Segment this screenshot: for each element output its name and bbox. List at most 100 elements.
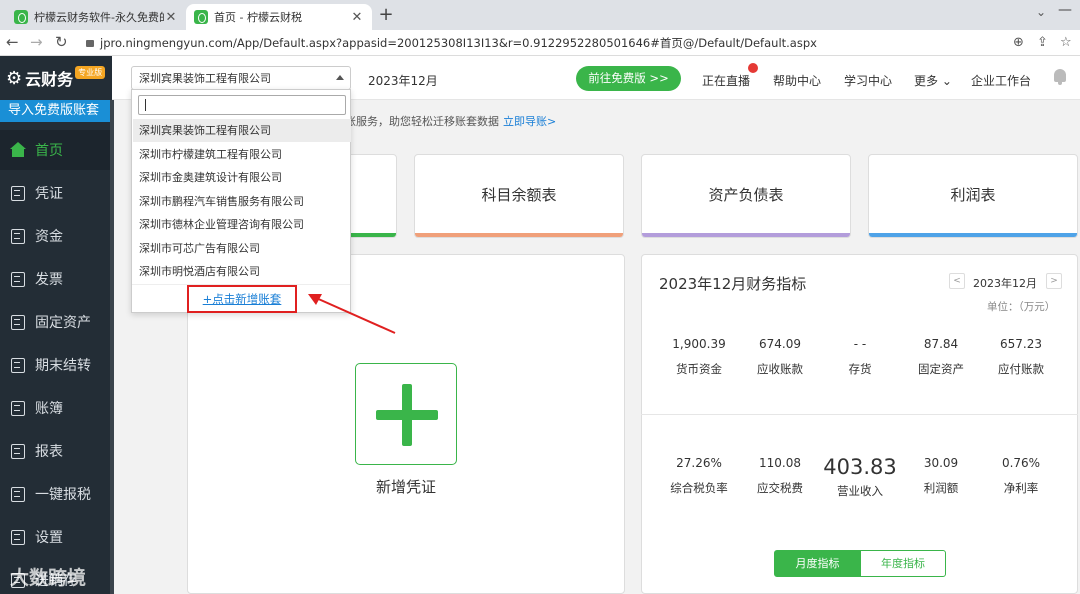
migration-notice: 账服务，助您轻松迁移账套数据 立即导账>	[345, 113, 556, 129]
company-option[interactable]: 深圳市德林企业管理咨询有限公司	[133, 213, 351, 236]
sidebar-scrollbar[interactable]	[110, 100, 114, 594]
finance-metric: 27.26% 综合税负率	[659, 456, 739, 496]
new-voucher-label: 新增凭证	[375, 478, 436, 496]
sidebar-item-1[interactable]: 凭证	[0, 173, 110, 213]
sidebar-item-3[interactable]: 发票	[0, 259, 110, 299]
company-option[interactable]: 深圳市明悦酒店有限公司	[133, 260, 351, 283]
nav-enterprise-workbench[interactable]: 企业工作台	[971, 72, 1031, 89]
browser-tab-active[interactable]: 首页 - 柠檬云财税 ✕	[186, 4, 372, 30]
company-search-input[interactable]	[138, 95, 346, 115]
metric-label: 综合税负率	[670, 481, 728, 495]
company-option[interactable]: 深圳市可芯广告有限公司	[133, 237, 351, 260]
free-version-button[interactable]: 前往免费版 >>	[576, 66, 681, 91]
sidebar-item-9[interactable]: 设置	[0, 517, 110, 557]
sidebar-item-6[interactable]: 账簿	[0, 388, 110, 428]
bookmark-star-icon[interactable]: ☆	[1060, 35, 1072, 50]
finance-metric: 657.23 应付账款	[981, 337, 1061, 377]
plus-icon-v	[402, 384, 412, 446]
annotation-arrow-icon	[308, 294, 396, 334]
import-now-link[interactable]: 立即导账>	[503, 115, 556, 128]
nav-help-center[interactable]: 帮助中心	[773, 72, 821, 89]
url-text: jpro.ningmengyun.com/App/Default.aspx?ap…	[100, 36, 817, 50]
money-icon	[10, 228, 26, 244]
share-icon[interactable]: ⇪	[1037, 35, 1048, 50]
url-field[interactable]: jpro.ningmengyun.com/App/Default.aspx?ap…	[86, 35, 817, 51]
sidebar-item-label: 设置	[35, 530, 63, 546]
tax-icon	[10, 486, 26, 502]
metric-label: 货币资金	[676, 362, 722, 376]
sidebar-item-4[interactable]: 固定资产	[0, 302, 110, 342]
forward-arrow-icon[interactable]: →	[30, 33, 43, 51]
finance-metric: 0.76% 净利率	[981, 456, 1061, 496]
company-option[interactable]: 深圳市鹏程汽车销售服务有限公司	[133, 190, 351, 213]
back-arrow-icon[interactable]: ←	[6, 33, 19, 51]
sidebar-item-0[interactable]: 首页	[0, 130, 110, 170]
minimize-icon[interactable]: —	[1058, 2, 1072, 18]
add-ledger-link[interactable]: +点击新增账套	[187, 285, 297, 313]
finance-period: 2023年12月	[973, 277, 1037, 290]
metric-value: 110.08	[759, 456, 801, 470]
yearly-indicators-tab[interactable]: 年度指标	[860, 550, 946, 577]
home-icon	[10, 142, 26, 158]
close-icon[interactable]: ✕	[164, 10, 178, 25]
close-icon[interactable]: ✕	[350, 10, 364, 25]
metric-value: 30.09	[923, 456, 959, 470]
company-selected-value: 深圳宾果装饰工程有限公司	[139, 72, 271, 85]
finance-metric: 30.09 利润额	[901, 456, 981, 496]
company-option[interactable]: 深圳市柠檬建筑工程有限公司	[133, 143, 351, 166]
company-option[interactable]: 深圳市金奥建筑设计有限公司	[133, 166, 351, 189]
zoom-icon[interactable]: ⊕	[1013, 35, 1024, 50]
sidebar-item-label: 期末结转	[35, 358, 91, 374]
metric-label: 应付账款	[998, 362, 1044, 376]
sidebar-item-2[interactable]: 资金	[0, 216, 110, 256]
finance-metric: 403.83 营业收入	[820, 455, 900, 499]
next-period-chevron-icon[interactable]: >	[1046, 273, 1062, 289]
sidebar-item-label: 报表	[35, 444, 63, 460]
tab-title: 首页 - 柠檬云财税	[214, 11, 302, 24]
report-card-income-statement[interactable]: 利润表	[868, 154, 1078, 238]
report-card-trial-balance[interactable]: 科目余额表	[414, 154, 624, 238]
company-option[interactable]: 深圳宾果装饰工程有限公司	[133, 119, 351, 142]
sidebar-item-label: 资金	[35, 229, 63, 245]
sidebar-item-label: 发票	[35, 272, 63, 288]
finance-metric: 1,900.39 货币资金	[659, 337, 739, 377]
metric-label: 存货	[848, 362, 872, 376]
reload-icon[interactable]: ↻	[55, 33, 68, 51]
import-free-ledger-button[interactable]: 导入免费版账套	[0, 100, 110, 122]
monthly-indicators-tab[interactable]: 月度指标	[774, 550, 861, 577]
bell-icon[interactable]	[1052, 68, 1068, 86]
metric-value: 0.76%	[1001, 456, 1041, 470]
company-dropdown: 深圳宾果装饰工程有限公司 深圳市柠檬建筑工程有限公司 深圳市金奥建筑设计有限公司 深圳…	[131, 89, 351, 313]
sidebar-item-label: 一键报税	[35, 487, 91, 503]
sidebar-item-7[interactable]: 报表	[0, 431, 110, 471]
app-logo: ⚙ 云财务 专业版	[0, 56, 112, 100]
browser-tab-bar: 柠檬云财务软件-永久免费的专业 ✕ 首页 - 柠檬云财税 ✕ + ⌄ —	[0, 0, 1080, 30]
nav-more[interactable]: 更多 ⌄	[914, 72, 952, 89]
finance-unit: 单位：（万元）	[987, 301, 1056, 313]
voucher-icon	[10, 185, 26, 201]
finance-divider	[641, 414, 1078, 415]
metric-value: 87.84	[923, 337, 959, 351]
metric-value: 27.26%	[676, 456, 722, 470]
metric-label: 净利率	[1003, 481, 1039, 495]
new-tab-plus-icon[interactable]: +	[376, 4, 396, 25]
nav-live[interactable]: 正在直播	[702, 72, 750, 89]
company-select[interactable]: 深圳宾果装饰工程有限公司	[131, 66, 351, 90]
tab-search-chevron-icon[interactable]: ⌄	[1036, 5, 1046, 19]
report-card-balance-sheet[interactable]: 资产负债表	[641, 154, 851, 238]
nav-learning-center[interactable]: 学习中心	[844, 72, 892, 89]
metric-value: 674.09	[759, 337, 801, 351]
sidebar-item-8[interactable]: 一键报税	[0, 474, 110, 514]
metric-value: - -	[853, 337, 867, 351]
chart-icon	[10, 443, 26, 459]
address-bar: ← → ↻ jpro.ningmengyun.com/App/Default.a…	[0, 30, 1080, 56]
notice-text: 账服务，助您轻松迁移账套数据	[345, 115, 499, 128]
metric-label: 应收账款	[757, 362, 803, 376]
new-voucher-button[interactable]	[355, 363, 457, 465]
lock-icon	[86, 40, 94, 47]
browser-tab-ningmeng-home[interactable]: 柠檬云财务软件-永久免费的专业 ✕	[6, 4, 186, 30]
prev-period-chevron-icon[interactable]: <	[949, 273, 965, 289]
logo-text: 云财务	[25, 70, 74, 89]
sidebar-item-label: 账簿	[35, 401, 63, 417]
sidebar-item-5[interactable]: 期末结转	[0, 345, 110, 385]
